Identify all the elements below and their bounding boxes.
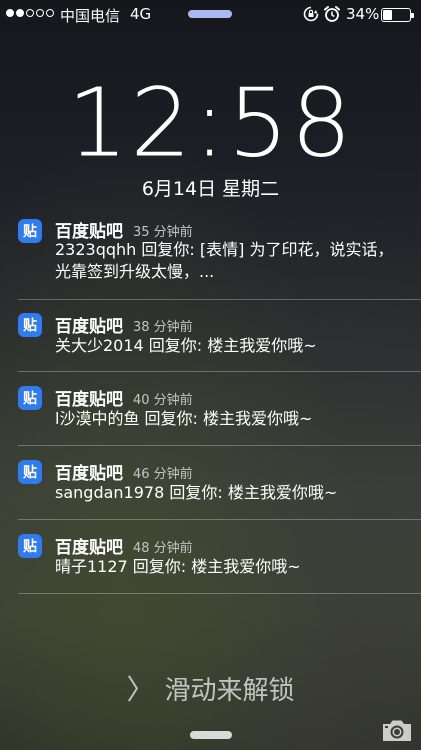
- network-type: 4G: [130, 5, 152, 23]
- divider: [18, 445, 421, 446]
- slide-to-unlock[interactable]: 〉滑动来解锁: [0, 668, 421, 708]
- notification-item[interactable]: 贴 百度贴吧 48 分钟前 晴子1127 回复你: 楼主我爱你哦~: [0, 529, 421, 598]
- notification-app-name: 百度贴吧: [55, 538, 123, 558]
- signal-dot: [36, 9, 44, 17]
- notification-time: 48 分钟前: [133, 541, 193, 556]
- divider: [18, 371, 421, 372]
- notification-item[interactable]: 贴 百度贴吧 40 分钟前 l沙漠中的鱼 回复你: 楼主我爱你哦~: [0, 381, 421, 455]
- camera-icon[interactable]: [381, 717, 413, 743]
- battery-level-fill: [383, 10, 392, 20]
- battery-icon: [381, 8, 414, 22]
- battery-percentage: 34%: [346, 5, 380, 23]
- divider: [18, 519, 421, 520]
- notification-message: 2323qqhh 回复你: [表情] 为了印花，说实话，光靠签到升级太慢，...: [55, 240, 394, 281]
- signal-dot: [26, 9, 34, 17]
- notification-time: 38 分钟前: [133, 320, 193, 335]
- notification-time: 35 分钟前: [133, 225, 193, 240]
- signal-dot: [16, 9, 24, 17]
- divider: [18, 299, 421, 300]
- notification-message: 关大少2014 回复你: 楼主我爱你哦~: [55, 336, 317, 355]
- lock-screen-time: 12:58: [0, 68, 421, 178]
- notification-message: 晴子1127 回复你: 楼主我爱你哦~: [55, 557, 301, 576]
- notification-message: sangdan1978 回复你: 楼主我爱你哦~: [55, 483, 338, 502]
- lock-screen-date: 6月14日 星期二: [141, 178, 280, 200]
- time-text: 12:58: [67, 68, 354, 178]
- carrier-name: 中国电信: [60, 7, 121, 25]
- baidu-tieba-app-icon: 贴: [18, 534, 42, 558]
- notification-center-grabber[interactable]: [188, 10, 232, 18]
- notification-app-name: 百度贴吧: [55, 390, 123, 410]
- notification-app-name: 百度贴吧: [55, 317, 123, 337]
- notification-item[interactable]: 贴 百度贴吧 46 分钟前 sangdan1978 回复你: 楼主我爱你哦~: [0, 455, 421, 529]
- baidu-tieba-app-icon: 贴: [18, 219, 42, 243]
- divider: [18, 593, 421, 594]
- battery-tip: [411, 13, 414, 18]
- baidu-tieba-app-icon: 贴: [18, 386, 42, 410]
- control-center-grabber[interactable]: [190, 731, 232, 739]
- notification-message: l沙漠中的鱼 回复你: 楼主我爱你哦~: [55, 409, 313, 428]
- notification-list[interactable]: 贴 百度贴吧 35 分钟前 2323qqhh 回复你: [表情] 为了印花，说实…: [0, 218, 421, 598]
- baidu-tieba-app-icon: 贴: [18, 460, 42, 484]
- baidu-tieba-app-icon: 贴: [18, 313, 42, 337]
- status-bar: 中国电信 4G 34%: [0, 0, 421, 28]
- notification-app-name: 百度贴吧: [55, 464, 123, 484]
- signal-strength-icon: [6, 9, 54, 17]
- slide-to-unlock-label: 滑动来解锁: [164, 676, 295, 706]
- alarm-icon: [324, 6, 340, 22]
- notification-time: 40 分钟前: [133, 393, 193, 408]
- rotation-lock-icon: [303, 6, 319, 22]
- signal-dot: [46, 9, 54, 17]
- chevron-right-icon: 〉: [126, 673, 155, 706]
- notification-time: 46 分钟前: [133, 467, 193, 482]
- signal-dot: [6, 9, 14, 17]
- notification-item[interactable]: 贴 百度贴吧 35 分钟前 2323qqhh 回复你: [表情] 为了印花，说实…: [0, 218, 421, 282]
